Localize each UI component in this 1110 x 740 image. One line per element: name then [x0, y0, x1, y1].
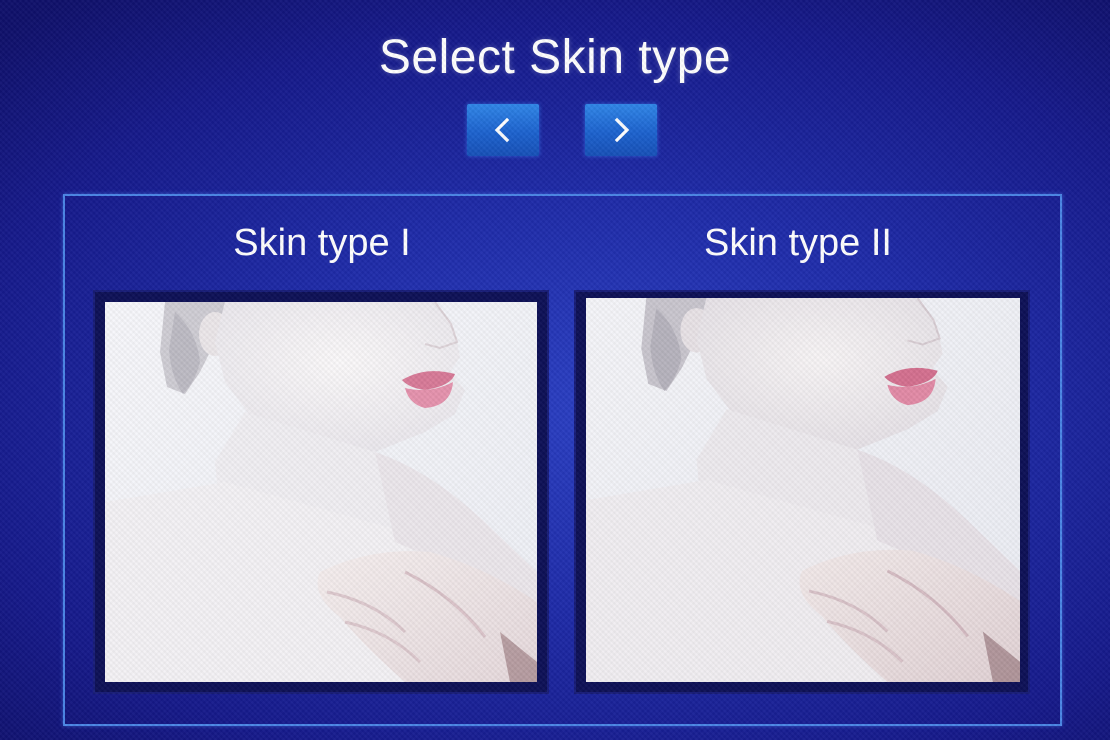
skin-type-label: Skin type I [233, 222, 411, 264]
previous-button[interactable] [467, 104, 539, 156]
portrait-image [586, 298, 1020, 682]
page-title: Select Skin type [378, 31, 732, 84]
portrait-image [105, 302, 537, 682]
chevron-left-icon [494, 117, 510, 143]
skin-type-screen: Select Skin type Skin type I Skin type I… [0, 0, 1110, 740]
next-button[interactable] [585, 104, 657, 156]
skin-type-label: Skin type II [704, 222, 892, 264]
skin-type-card-2[interactable] [574, 290, 1030, 694]
chevron-right-icon [614, 117, 630, 143]
skin-type-card-1[interactable] [93, 290, 549, 694]
